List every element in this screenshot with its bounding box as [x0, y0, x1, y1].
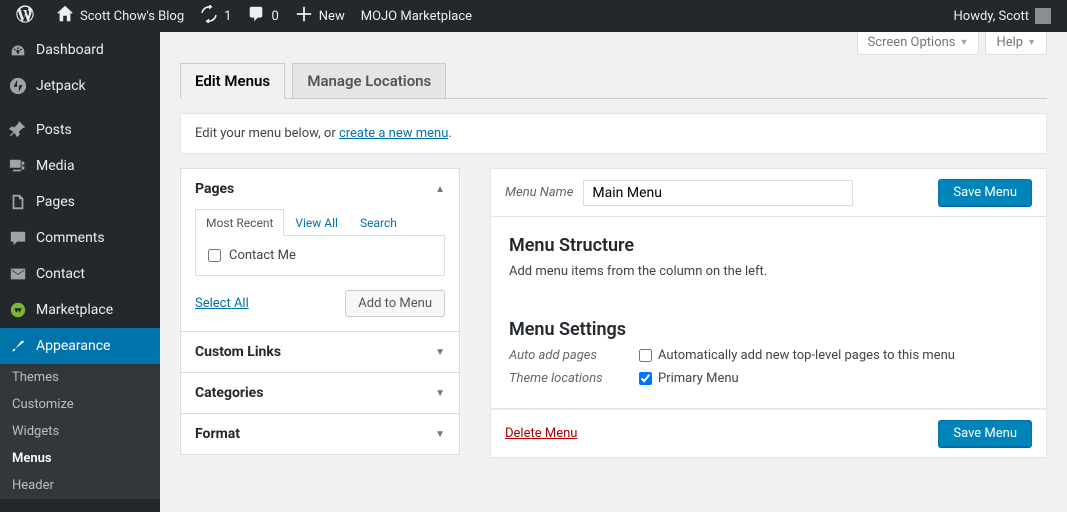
- screen-options-button[interactable]: Screen Options▼: [857, 32, 980, 55]
- appearance-submenu: Themes Customize Widgets Menus Header: [0, 364, 160, 499]
- admin-menu: Dashboard Jetpack Posts Media Pages Comm…: [0, 32, 160, 512]
- manage-text: Edit your menu below, or: [195, 126, 339, 141]
- wordpress-icon: [16, 5, 34, 27]
- site-name: Scott Chow's Blog: [80, 9, 184, 24]
- help-button[interactable]: Help▼: [985, 32, 1047, 55]
- caret-down-icon: ▼: [435, 347, 445, 358]
- menu-items-accordion: Pages▲ Most Recent View All Search Conta…: [180, 168, 460, 458]
- page-item-checkbox[interactable]: [208, 249, 221, 262]
- jetpack-icon: [8, 76, 28, 96]
- menu-editor: Menu Name Save Menu Menu Structure Add m…: [490, 168, 1047, 458]
- new-label: New: [319, 9, 345, 24]
- save-menu-button-bottom[interactable]: Save Menu: [938, 420, 1032, 447]
- primary-menu-checkbox[interactable]: [639, 372, 652, 385]
- delete-menu-link[interactable]: Delete Menu: [505, 426, 577, 441]
- pages-tabs: Most Recent View All Search: [195, 209, 445, 236]
- manage-menus-bar: Edit your menu below, or create a new me…: [180, 113, 1047, 154]
- submenu-themes[interactable]: Themes: [0, 364, 160, 391]
- menu-header-row: Menu Name Save Menu: [490, 168, 1047, 217]
- comment-icon: [8, 228, 28, 248]
- accordion-categories: Categories▼: [180, 372, 460, 414]
- accordion-format-header[interactable]: Format▼: [181, 414, 459, 454]
- menu-structure-heading: Menu Structure: [509, 235, 1028, 256]
- site-name-link[interactable]: Scott Chow's Blog: [48, 0, 192, 32]
- menu-name-label: Menu Name: [505, 185, 573, 200]
- menu-structure-hint: Add menu items from the column on the le…: [509, 264, 1028, 279]
- updates-count: 1: [224, 9, 231, 24]
- tab-search[interactable]: Search: [349, 209, 408, 236]
- caret-down-icon: ▼: [435, 388, 445, 399]
- accordion-format: Format▼: [180, 413, 460, 455]
- auto-add-label: Auto add pages: [509, 348, 639, 363]
- menu-dashboard[interactable]: Dashboard: [0, 32, 160, 68]
- avatar: [1035, 8, 1051, 24]
- caret-down-icon: ▼: [435, 429, 445, 440]
- save-menu-button-top[interactable]: Save Menu: [938, 179, 1032, 206]
- pin-icon: [8, 120, 28, 140]
- screen-meta: Screen Options▼ Help▼: [160, 32, 1067, 55]
- theme-locations-label: Theme locations: [509, 371, 639, 386]
- pages-icon: [8, 192, 28, 212]
- submenu-widgets[interactable]: Widgets: [0, 418, 160, 445]
- menu-contact[interactable]: Contact: [0, 256, 160, 292]
- menu-footer-row: Delete Menu Save Menu: [490, 409, 1047, 458]
- updates-link[interactable]: 1: [192, 0, 239, 32]
- plus-icon: [295, 5, 313, 27]
- accordion-categories-header[interactable]: Categories▼: [181, 373, 459, 413]
- home-icon: [56, 5, 74, 27]
- dashboard-icon: [8, 40, 28, 60]
- comments-link[interactable]: 0: [239, 0, 286, 32]
- menu-pages[interactable]: Pages: [0, 184, 160, 220]
- primary-menu-option[interactable]: Primary Menu: [639, 371, 739, 386]
- select-all-link[interactable]: Select All: [195, 296, 249, 311]
- tab-most-recent[interactable]: Most Recent: [195, 209, 284, 236]
- accordion-pages: Pages▲ Most Recent View All Search Conta…: [180, 168, 460, 332]
- pages-panel: Contact Me: [195, 236, 445, 276]
- accordion-custom-links: Custom Links▼: [180, 331, 460, 373]
- brush-icon: [8, 336, 28, 356]
- mojo-link[interactable]: MOJO Marketplace: [353, 0, 480, 32]
- create-new-menu-link[interactable]: create a new menu: [339, 126, 448, 141]
- menu-jetpack[interactable]: Jetpack: [0, 68, 160, 104]
- menu-name-input[interactable]: [583, 180, 853, 206]
- new-link[interactable]: New: [287, 0, 353, 32]
- menu-posts[interactable]: Posts: [0, 112, 160, 148]
- submenu-header[interactable]: Header: [0, 472, 160, 499]
- submenu-customize[interactable]: Customize: [0, 391, 160, 418]
- mail-icon: [8, 264, 28, 284]
- tab-manage-locations[interactable]: Manage Locations: [292, 63, 446, 99]
- auto-add-checkbox[interactable]: [639, 349, 652, 362]
- menu-comments[interactable]: Comments: [0, 220, 160, 256]
- chevron-down-icon: ▼: [1027, 37, 1036, 48]
- auto-add-option[interactable]: Automatically add new top-level pages to…: [639, 348, 955, 363]
- caret-up-icon: ▲: [435, 184, 445, 195]
- tab-edit-menus[interactable]: Edit Menus: [180, 63, 285, 99]
- add-to-menu-button[interactable]: Add to Menu: [345, 290, 445, 317]
- menu-media[interactable]: Media: [0, 148, 160, 184]
- wp-logo[interactable]: [8, 0, 48, 32]
- menu-marketplace[interactable]: Marketplace: [0, 292, 160, 328]
- accordion-custom-links-header[interactable]: Custom Links▼: [181, 332, 459, 372]
- media-icon: [8, 156, 28, 176]
- howdy-text: Howdy, Scott: [954, 9, 1030, 24]
- submenu-menus[interactable]: Menus: [0, 445, 160, 472]
- menu-appearance[interactable]: Appearance: [0, 328, 160, 364]
- account-link[interactable]: Howdy, Scott: [946, 0, 1060, 32]
- comments-icon: [247, 5, 265, 27]
- marketplace-icon: [8, 300, 28, 320]
- update-icon: [200, 5, 218, 27]
- admin-bar: Scott Chow's Blog 1 0 New MOJO Marketpla…: [0, 0, 1067, 32]
- comments-count: 0: [271, 9, 278, 24]
- menu-settings-heading: Menu Settings: [509, 319, 1028, 340]
- accordion-pages-header[interactable]: Pages▲: [181, 169, 459, 209]
- page-item-row[interactable]: Contact Me: [208, 248, 432, 263]
- chevron-down-icon: ▼: [960, 37, 969, 48]
- tab-view-all[interactable]: View All: [284, 209, 349, 236]
- nav-tabs: Edit Menus Manage Locations: [180, 63, 1047, 99]
